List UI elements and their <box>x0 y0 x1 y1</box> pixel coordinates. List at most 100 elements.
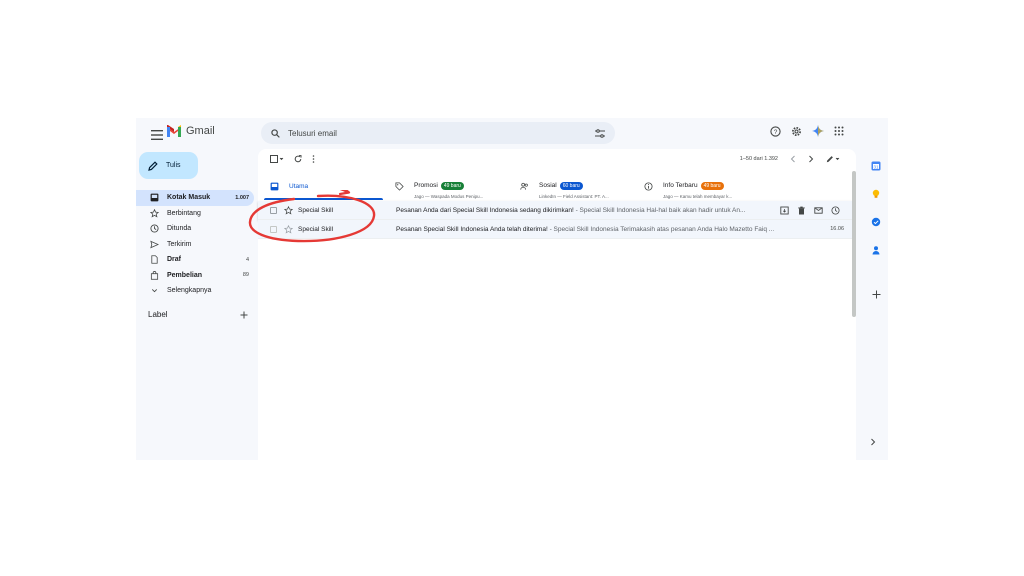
tab-primary[interactable]: Utama <box>258 172 383 200</box>
email-sender: Special Skill <box>298 225 334 233</box>
email-time: 16.06 <box>830 226 844 232</box>
create-label-button[interactable] <box>240 311 248 319</box>
pagination-text: 1–50 dari 1.392 <box>739 156 778 162</box>
chevron-right-icon <box>871 438 876 446</box>
sidebar-item-more[interactable]: Selengkapnya <box>136 283 254 299</box>
search-icon <box>271 128 280 138</box>
pencil-icon <box>148 160 158 171</box>
chevron-right-icon <box>809 155 814 163</box>
search-bar[interactable]: Telusuri email <box>261 122 615 144</box>
promotions-preview: Jago — Waspada Modus Penipu... <box>414 193 484 199</box>
mail-list-panel: 1–50 dari 1.392 Utama Promosi 49 baru Jag… <box>258 149 856 460</box>
updates-preview: Jago — Kamu telah membayar k... <box>663 193 733 199</box>
archive-icon[interactable] <box>780 206 789 215</box>
refresh-icon <box>294 155 302 163</box>
category-tabs: Utama Promosi 49 baru Jago — Waspada Modu… <box>258 172 852 200</box>
shopping-bag-icon <box>150 270 159 280</box>
trash-icon[interactable] <box>797 206 806 215</box>
email-content: Pesanan Special Skill Indonesia Anda tel… <box>396 226 822 233</box>
help-icon: ? <box>770 125 781 137</box>
list-scrollbar[interactable] <box>852 171 856 317</box>
inbox-icon <box>270 182 279 190</box>
email-list: Special Skill Pesanan Anda dari Special … <box>258 201 852 239</box>
settings-button[interactable] <box>791 126 802 137</box>
row-checkbox[interactable] <box>270 206 277 214</box>
tasks-check-icon <box>871 217 881 227</box>
tab-updates[interactable]: Info Terbaru 49 baru Jago — Kamu telah me… <box>632 172 772 200</box>
contacts-button[interactable] <box>864 236 888 264</box>
show-side-panel-button[interactable] <box>870 438 876 446</box>
sidebar-item-snoozed[interactable]: Ditunda <box>136 221 254 237</box>
updates-badge: 49 baru <box>700 181 724 190</box>
chevron-left-icon <box>790 155 795 163</box>
more-options-button[interactable] <box>312 155 315 163</box>
labels-title: Label <box>148 310 168 319</box>
plus-icon <box>872 290 880 298</box>
older-button[interactable] <box>808 155 814 163</box>
sidebar-item-sent[interactable]: Terkirim <box>136 237 254 253</box>
compose-button[interactable]: Tulis <box>139 152 198 179</box>
app-name: Gmail <box>186 125 215 137</box>
keep-bulb-icon <box>872 189 880 198</box>
email-row[interactable]: Special Skill Pesanan Special Skill Indo… <box>258 220 852 239</box>
tasks-button[interactable] <box>864 208 888 236</box>
refresh-button[interactable] <box>294 155 302 163</box>
sidebar-item-starred[interactable]: Berbintang <box>136 206 254 222</box>
hamburger-icon <box>151 130 163 140</box>
sidebar-item-purchases[interactable]: Pembelian 89 <box>136 268 254 284</box>
tab-promotions[interactable]: Promosi 49 baru Jago — Waspada Modus Peni… <box>383 172 508 200</box>
email-snippet: - Special Skill Indonesia Hal-hal baik a… <box>573 206 746 214</box>
email-content: Pesanan Anda dari Special Skill Indonesi… <box>396 207 774 214</box>
chevron-down-icon <box>151 289 158 293</box>
email-subject: Pesanan Anda dari Special Skill Indonesi… <box>396 206 574 214</box>
clock-icon <box>150 224 159 233</box>
more-vert-icon <box>312 155 315 163</box>
row-checkbox[interactable] <box>270 225 277 233</box>
compose-label: Tulis <box>166 162 181 169</box>
list-toolbar <box>270 155 315 163</box>
help-button[interactable]: ? <box>770 125 781 137</box>
snooze-icon[interactable] <box>831 205 840 215</box>
select-all-checkbox[interactable] <box>270 155 284 163</box>
email-row[interactable]: Special Skill Pesanan Anda dari Special … <box>258 201 852 220</box>
star-icon[interactable] <box>284 205 293 215</box>
search-options-icon <box>595 128 605 138</box>
social-preview: LinkedIn — Field Assistant: PT. A... <box>539 193 609 199</box>
gemini-button[interactable] <box>812 125 824 137</box>
social-badge: 60 baru <box>559 181 583 190</box>
apps-grid-icon <box>834 126 844 136</box>
tag-icon <box>395 181 404 191</box>
side-panel-rail: 31 <box>864 152 888 308</box>
newer-button[interactable] <box>790 155 796 163</box>
promotions-badge: 49 baru <box>440 181 464 190</box>
people-icon <box>520 182 528 190</box>
get-addons-button[interactable] <box>864 280 888 308</box>
sidebar-item-drafts[interactable]: Draf 4 <box>136 252 254 268</box>
gmail-logo[interactable]: Gmail <box>166 125 215 137</box>
email-snippet: - Special Skill Indonesia Terimakasih at… <box>547 225 775 233</box>
svg-text:?: ? <box>774 128 778 135</box>
email-subject: Pesanan Special Skill Indonesia Anda tel… <box>396 225 548 233</box>
inbox-icon <box>150 193 159 202</box>
star-icon[interactable] <box>284 224 293 234</box>
keep-button[interactable] <box>864 180 888 208</box>
info-icon <box>644 181 653 191</box>
gemini-sparkle-icon <box>812 125 824 137</box>
plus-icon <box>240 311 248 318</box>
sidebar-item-inbox[interactable]: Kotak Masuk 1.007 <box>136 190 254 206</box>
tab-social[interactable]: Sosial 60 baru LinkedIn — Field Assistant… <box>508 172 632 200</box>
contacts-person-icon <box>872 246 880 255</box>
search-input[interactable]: Telusuri email <box>288 129 595 138</box>
gmail-m-icon <box>167 125 181 137</box>
apps-button[interactable] <box>834 126 844 136</box>
row-actions <box>774 205 846 215</box>
calendar-icon: 31 <box>871 161 881 171</box>
draft-icon <box>151 255 158 264</box>
svg-text:31: 31 <box>873 165 879 170</box>
pagination: 1–50 dari 1.392 <box>740 155 840 163</box>
density-button[interactable] <box>826 155 840 163</box>
calendar-button[interactable]: 31 <box>864 152 888 180</box>
main-menu-button[interactable] <box>148 126 166 144</box>
mark-unread-icon[interactable] <box>814 206 823 215</box>
checkbox-dropdown-icon <box>270 155 284 163</box>
